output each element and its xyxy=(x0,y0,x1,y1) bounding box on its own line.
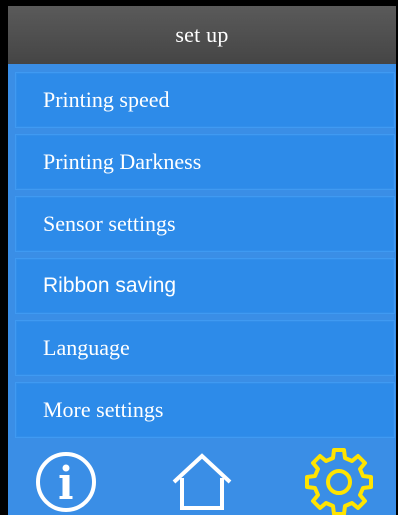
menu-item-printing-darkness[interactable]: Printing Darkness xyxy=(15,134,395,190)
menu-item-label: Sensor settings xyxy=(43,211,176,236)
info-button[interactable] xyxy=(30,446,102,515)
home-button[interactable] xyxy=(166,446,238,515)
menu-item-label: More settings xyxy=(43,397,164,422)
menu-item-ribbon-saving[interactable]: Ribbon saving xyxy=(15,258,395,314)
device-frame: set up Printing speed Printing Darkness … xyxy=(0,0,398,515)
menu-item-sensor-settings[interactable]: Sensor settings xyxy=(15,196,395,252)
page-title: set up xyxy=(8,6,396,64)
info-icon xyxy=(36,452,96,512)
menu-item-printing-speed[interactable]: Printing speed xyxy=(15,72,395,128)
menu-item-more-settings[interactable]: More settings xyxy=(15,382,395,438)
menu-item-label: Printing Darkness xyxy=(43,149,202,174)
menu-item-language[interactable]: Language xyxy=(15,320,395,376)
settings-screen: set up Printing speed Printing Darkness … xyxy=(8,6,396,515)
menu-item-label: Language xyxy=(43,335,130,360)
page-title-text: set up xyxy=(175,22,229,47)
menu-item-label: Ribbon saving xyxy=(43,274,177,297)
home-icon xyxy=(172,453,232,510)
gear-icon xyxy=(305,448,373,515)
bottom-navigation xyxy=(8,440,396,515)
settings-button[interactable] xyxy=(303,446,375,515)
menu-item-label: Printing speed xyxy=(43,87,170,112)
